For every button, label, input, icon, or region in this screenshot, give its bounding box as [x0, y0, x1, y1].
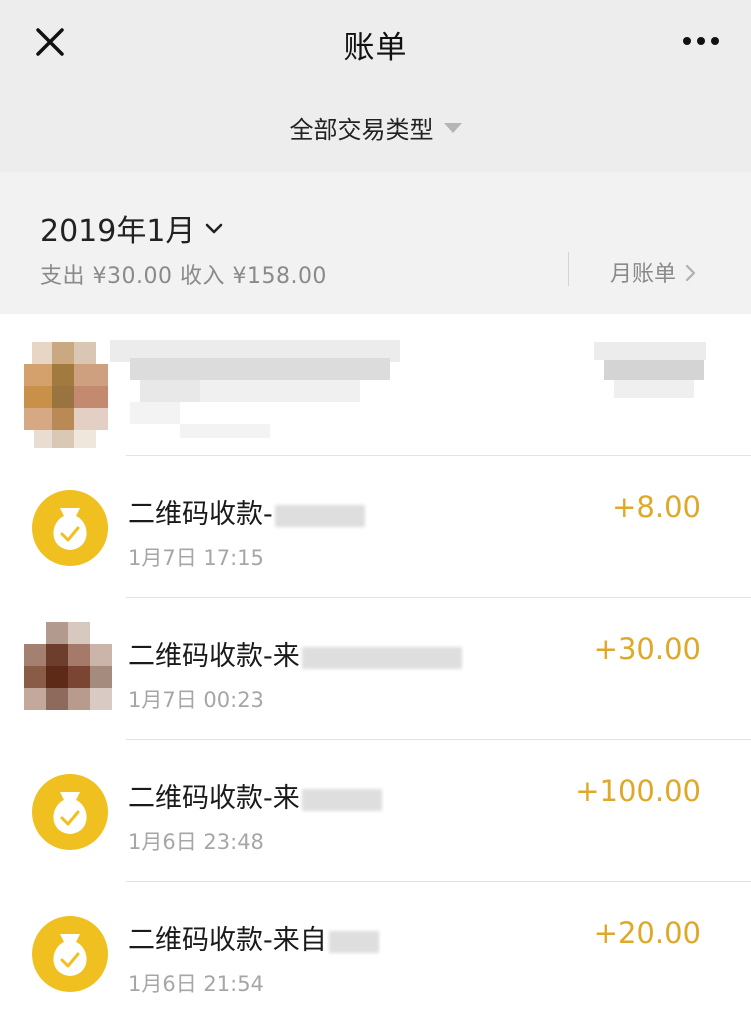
- transaction-list: 二维码收款- 1月7日 17:15 +8.00 二维码收款-来 1月7日 00:…: [0, 314, 751, 1024]
- money-bag-icon: [32, 916, 108, 992]
- monthly-bill-link[interactable]: 月账单: [610, 256, 696, 288]
- chevron-right-icon: [685, 264, 696, 282]
- month-summary: 2019年1月 支出 ¥30.00 收入 ¥158.00 月账单: [0, 172, 751, 314]
- redacted-text: [274, 504, 365, 527]
- avatar: [24, 342, 116, 448]
- transaction-amount: +100.00: [575, 774, 701, 808]
- page-title: 账单: [343, 30, 408, 66]
- transaction-type-filter[interactable]: 全部交易类型: [0, 110, 751, 145]
- transaction-time: 1月7日 00:23: [128, 688, 264, 712]
- redacted-text: [328, 930, 379, 953]
- avatar: [24, 622, 116, 714]
- chevron-down-icon: [206, 223, 223, 233]
- transaction-amount: +20.00: [593, 916, 701, 950]
- list-item[interactable]: [0, 314, 751, 456]
- transaction-name: 二维码收款-来: [128, 634, 462, 673]
- transaction-time: 1月6日 23:48: [128, 830, 264, 854]
- money-bag-icon: [32, 490, 108, 566]
- transaction-name: 二维码收款-: [128, 492, 365, 531]
- blurred-name-text: [110, 340, 400, 438]
- divider: [568, 252, 569, 286]
- pixelated-avatar-image: [24, 622, 112, 710]
- list-item[interactable]: 二维码收款-来 1月7日 00:23 +30.00: [0, 598, 751, 740]
- month-selector[interactable]: 2019年1月: [40, 206, 223, 250]
- filter-label: 全部交易类型: [289, 116, 434, 144]
- dropdown-triangle-icon: [443, 123, 462, 133]
- transaction-name: 二维码收款-来: [128, 776, 382, 815]
- transaction-amount: +8.00: [612, 490, 701, 524]
- list-item[interactable]: 二维码收款-来自 1月6日 21:54 +20.00: [0, 882, 751, 1024]
- monthly-bill-label: 月账单: [610, 262, 677, 287]
- more-button[interactable]: [679, 26, 723, 56]
- top-bar: 账单 全部交易类型: [0, 0, 751, 172]
- redacted-text: [301, 646, 462, 669]
- more-icon: [683, 37, 719, 45]
- redacted-text: [301, 788, 382, 811]
- transaction-name: 二维码收款-来自: [128, 918, 379, 957]
- month-label: 2019年1月: [40, 214, 196, 249]
- transaction-time: 1月6日 21:54: [128, 972, 264, 996]
- transaction-time: 1月7日 17:15: [128, 546, 264, 570]
- pixelated-avatar-image: [24, 342, 108, 448]
- list-item[interactable]: 二维码收款-来 1月6日 23:48 +100.00: [0, 740, 751, 882]
- totals-text: 支出 ¥30.00 收入 ¥158.00: [40, 264, 327, 289]
- money-bag-icon: [32, 774, 108, 850]
- list-item[interactable]: 二维码收款- 1月7日 17:15 +8.00: [0, 456, 751, 598]
- blurred-amount: [594, 342, 706, 398]
- transaction-amount: +30.00: [593, 632, 701, 666]
